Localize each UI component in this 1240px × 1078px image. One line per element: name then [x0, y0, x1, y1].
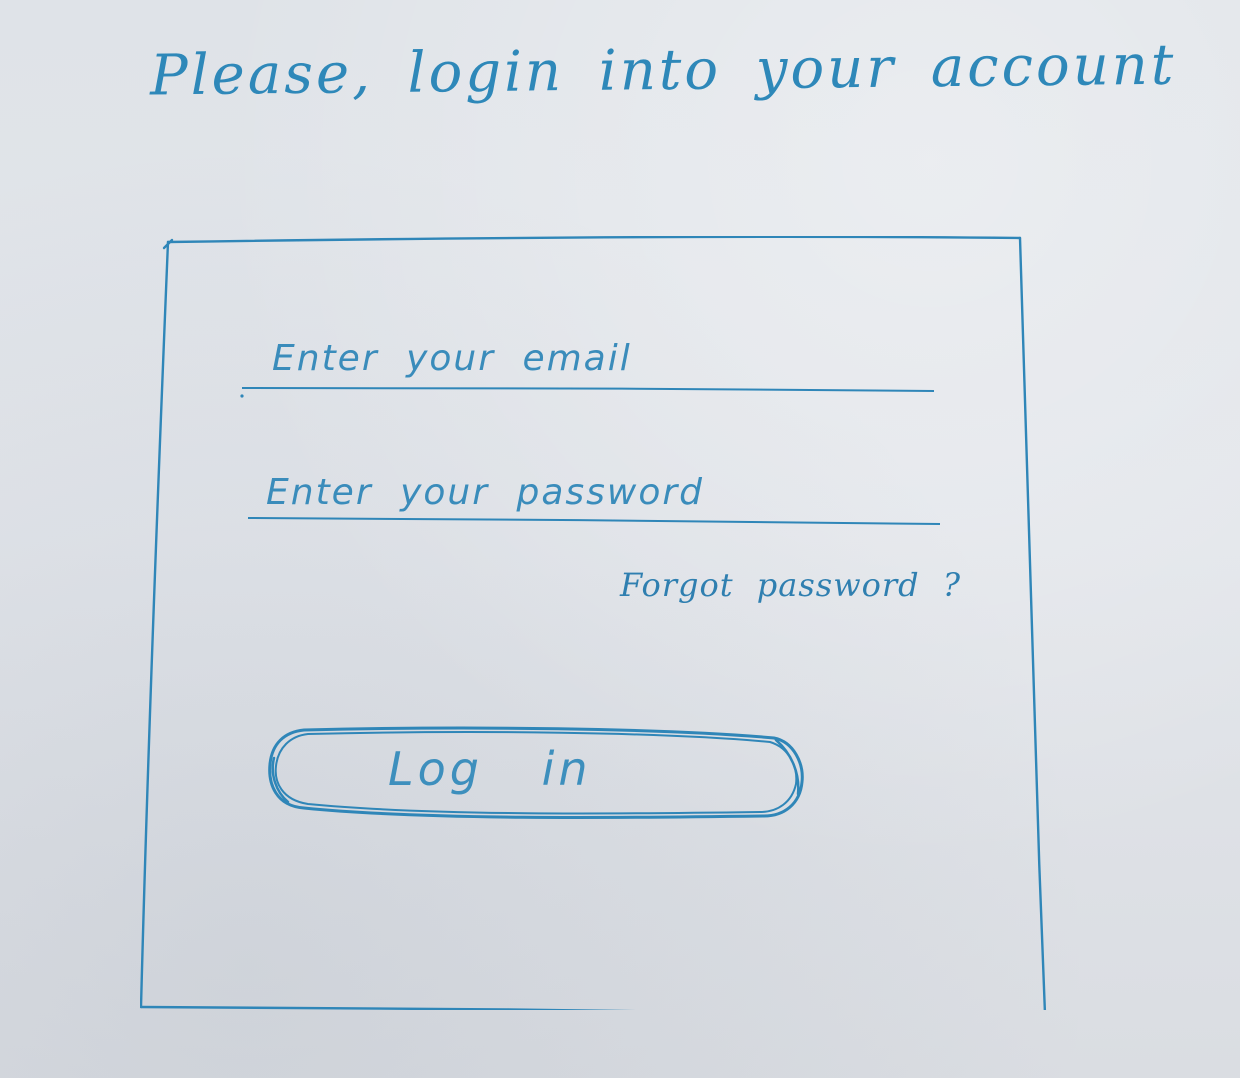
- password-field[interactable]: Enter your password: [247, 472, 942, 528]
- email-field[interactable]: Enter your email: [240, 338, 935, 398]
- email-underline: [240, 386, 935, 398]
- page-title: Please, login into your account: [149, 32, 1177, 109]
- login-button-label: Log in: [388, 742, 592, 796]
- login-button[interactable]: Log in: [264, 724, 810, 828]
- login-card: Enter your email Enter your password For…: [140, 236, 1048, 1010]
- email-placeholder: Enter your email: [272, 338, 632, 379]
- password-placeholder: Enter your password: [266, 472, 705, 513]
- forgot-password-link[interactable]: Forgot password ?: [620, 566, 961, 604]
- password-underline: [247, 517, 941, 525]
